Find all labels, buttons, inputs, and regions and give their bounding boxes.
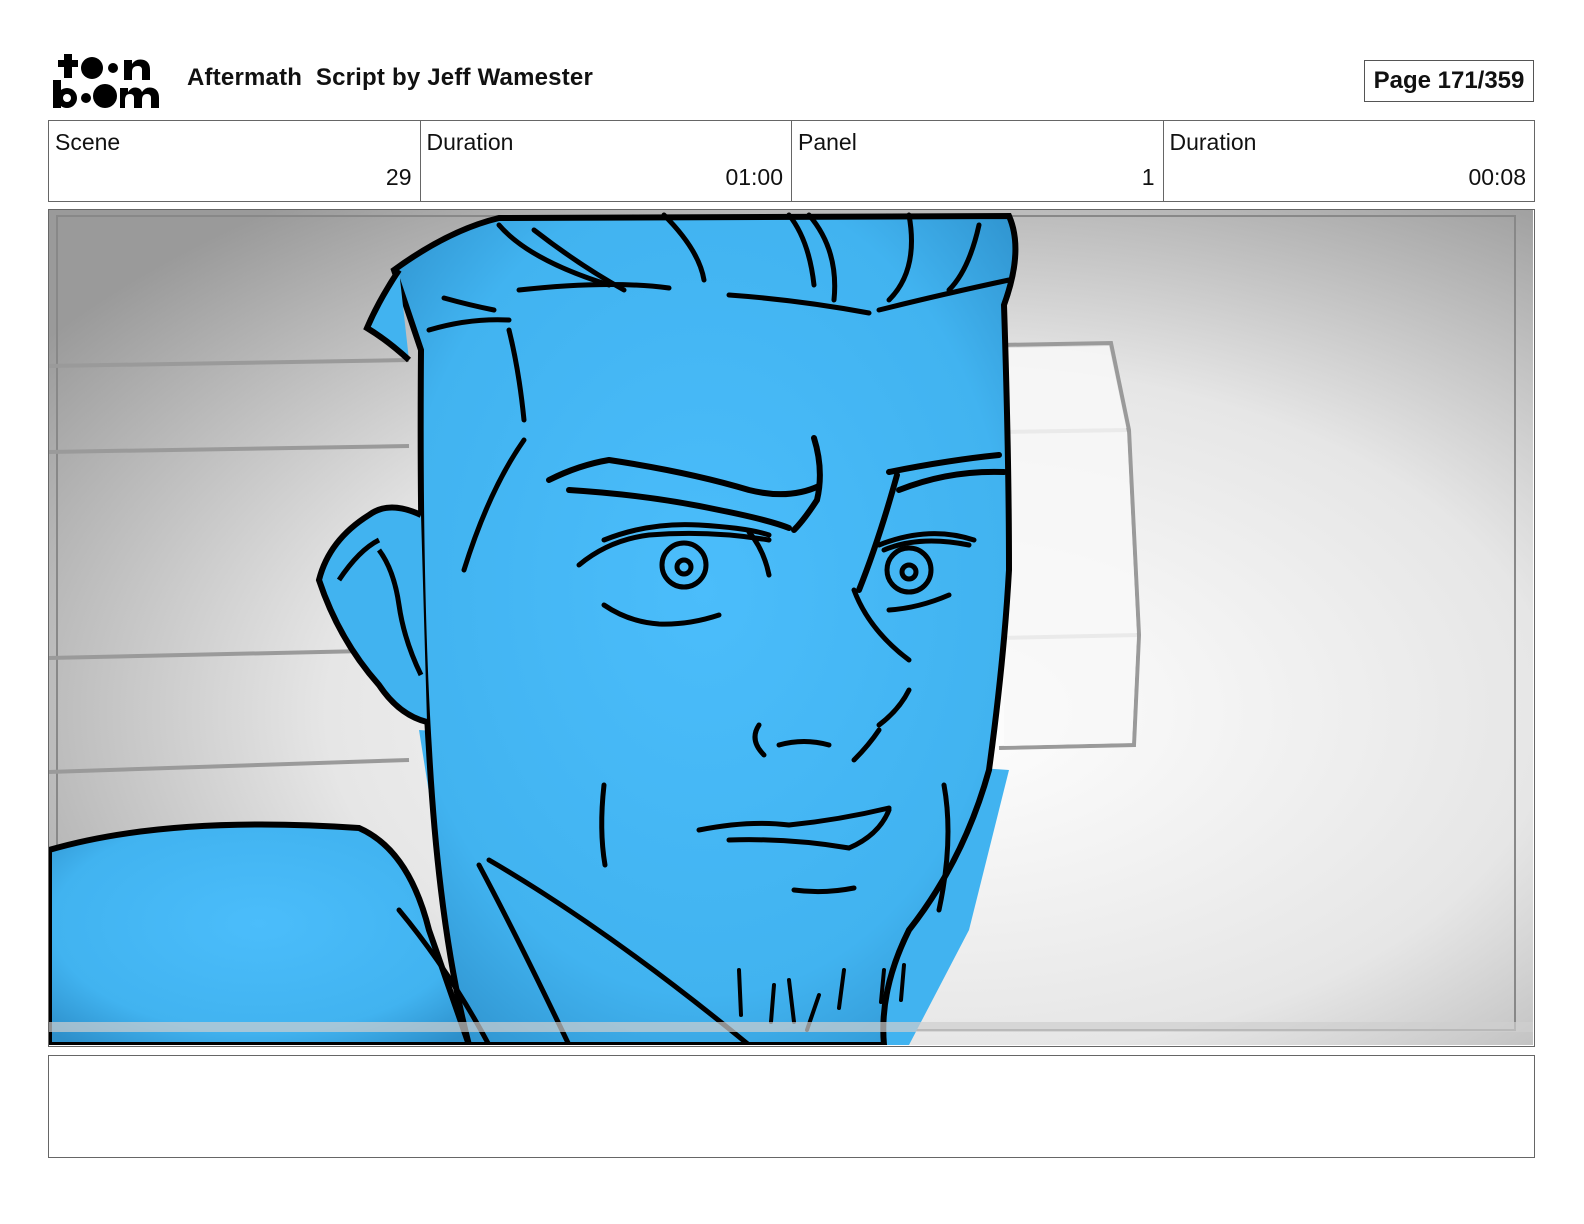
panel-notes-box xyxy=(48,1055,1535,1158)
panel-duration-cell: Duration 00:08 xyxy=(1164,121,1535,201)
scene-label: Scene xyxy=(55,129,121,155)
panel-duration-label: Duration xyxy=(1169,129,1257,155)
scene-duration-cell: Duration 01:00 xyxy=(421,121,792,201)
scene-info-table: Scene 29 Duration 01:00 Panel 1 Duration… xyxy=(48,120,1535,202)
scene-duration-value: 01:00 xyxy=(725,164,783,190)
page-number: Page 171/359 xyxy=(1364,60,1534,102)
storyboard-sketch-image xyxy=(49,210,1533,1045)
storyboard-panel xyxy=(48,209,1535,1047)
panel-cell: Panel 1 xyxy=(792,121,1164,201)
toon-boom-logo xyxy=(50,50,166,112)
document-title: Aftermath Script by Jeff Wamester xyxy=(187,64,594,91)
scene-cell: Scene 29 xyxy=(49,121,421,201)
scene-value: 29 xyxy=(385,164,412,190)
scene-duration-label: Duration xyxy=(426,129,514,155)
panel-duration-value: 00:08 xyxy=(1468,164,1526,190)
panel-label: Panel xyxy=(798,129,857,155)
panel-value: 1 xyxy=(1141,164,1155,190)
